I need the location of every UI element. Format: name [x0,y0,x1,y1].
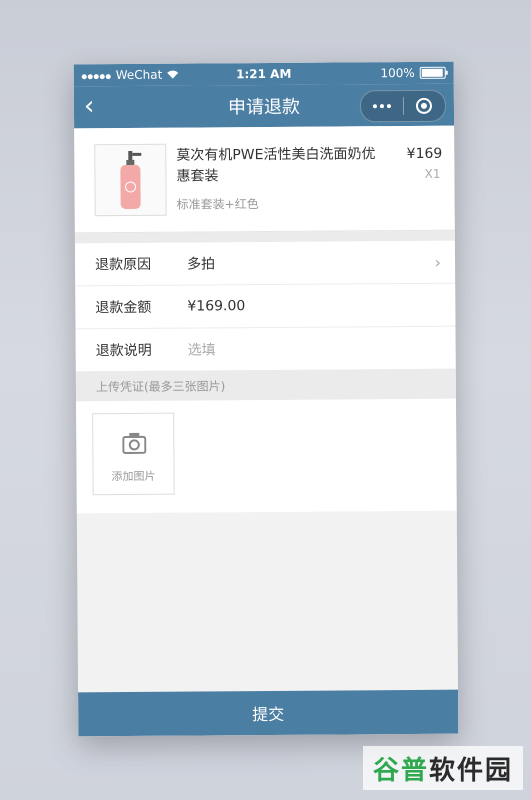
submit-button[interactable]: 提交 [78,689,459,737]
refund-description-label: 退款说明 [95,342,152,360]
refund-reason-row[interactable]: 退款原因 多拍 › [74,240,456,287]
product-price: ¥169 [406,145,443,163]
navigation-bar: ‹ 申请退款 [73,83,455,129]
watermark-part1: 谷普 [372,755,429,786]
upload-header: 上传凭证(最多三张图片) [75,368,457,402]
refund-amount-label: 退款金额 [95,299,152,317]
watermark-logo: 谷普 软件园 [363,746,523,790]
camera-icon [122,432,147,454]
wifi-icon [166,68,178,82]
chevron-right-icon: › [434,252,442,272]
status-time: 1:21 AM [236,66,292,82]
add-image-button[interactable]: 添加图片 [92,412,175,496]
watermark-part2: 软件园 [429,755,514,786]
battery-percent: 100% [380,65,415,81]
refund-reason-label: 退款原因 [95,256,152,274]
refund-amount-value: ¥169.00 [187,298,246,315]
upload-area: 添加图片 [76,398,457,514]
battery-icon [419,66,446,79]
carrier: WeChat [115,67,163,83]
status-bar: WeChat 1:21 AM 100% [73,61,454,87]
product-image [94,143,167,217]
product-spec: 标准套装+红色 [176,197,259,212]
product-quantity: X1 [424,166,441,181]
page-title: 申请退款 [227,96,301,119]
mini-program-capsule [359,89,447,123]
bottle-icon [120,150,142,209]
phone-screen: WeChat 1:21 AM 100% ‹ 申请退款 莫次有机PWE活性美白洗面… [73,61,459,737]
refund-form: 退款原因 多拍 › 退款金额 ¥169.00 退款说明 选填 [74,240,456,372]
refund-description-row[interactable]: 退款说明 选填 [76,327,456,372]
back-icon[interactable]: ‹ [84,91,95,121]
signal-icon [81,68,112,82]
close-program-icon[interactable] [403,97,445,114]
add-image-label: 添加图片 [111,469,156,484]
product-card: 莫次有机PWE活性美白洗面奶优惠套装 标准套装+红色 ¥169 X1 [74,125,455,234]
more-options-icon[interactable] [361,104,403,109]
refund-description-input[interactable]: 选填 [188,339,216,359]
product-name: 莫次有机PWE活性美白洗面奶优惠套装 [176,146,376,185]
refund-reason-value: 多拍 [187,256,216,273]
refund-amount-row: 退款金额 ¥169.00 [75,283,456,330]
